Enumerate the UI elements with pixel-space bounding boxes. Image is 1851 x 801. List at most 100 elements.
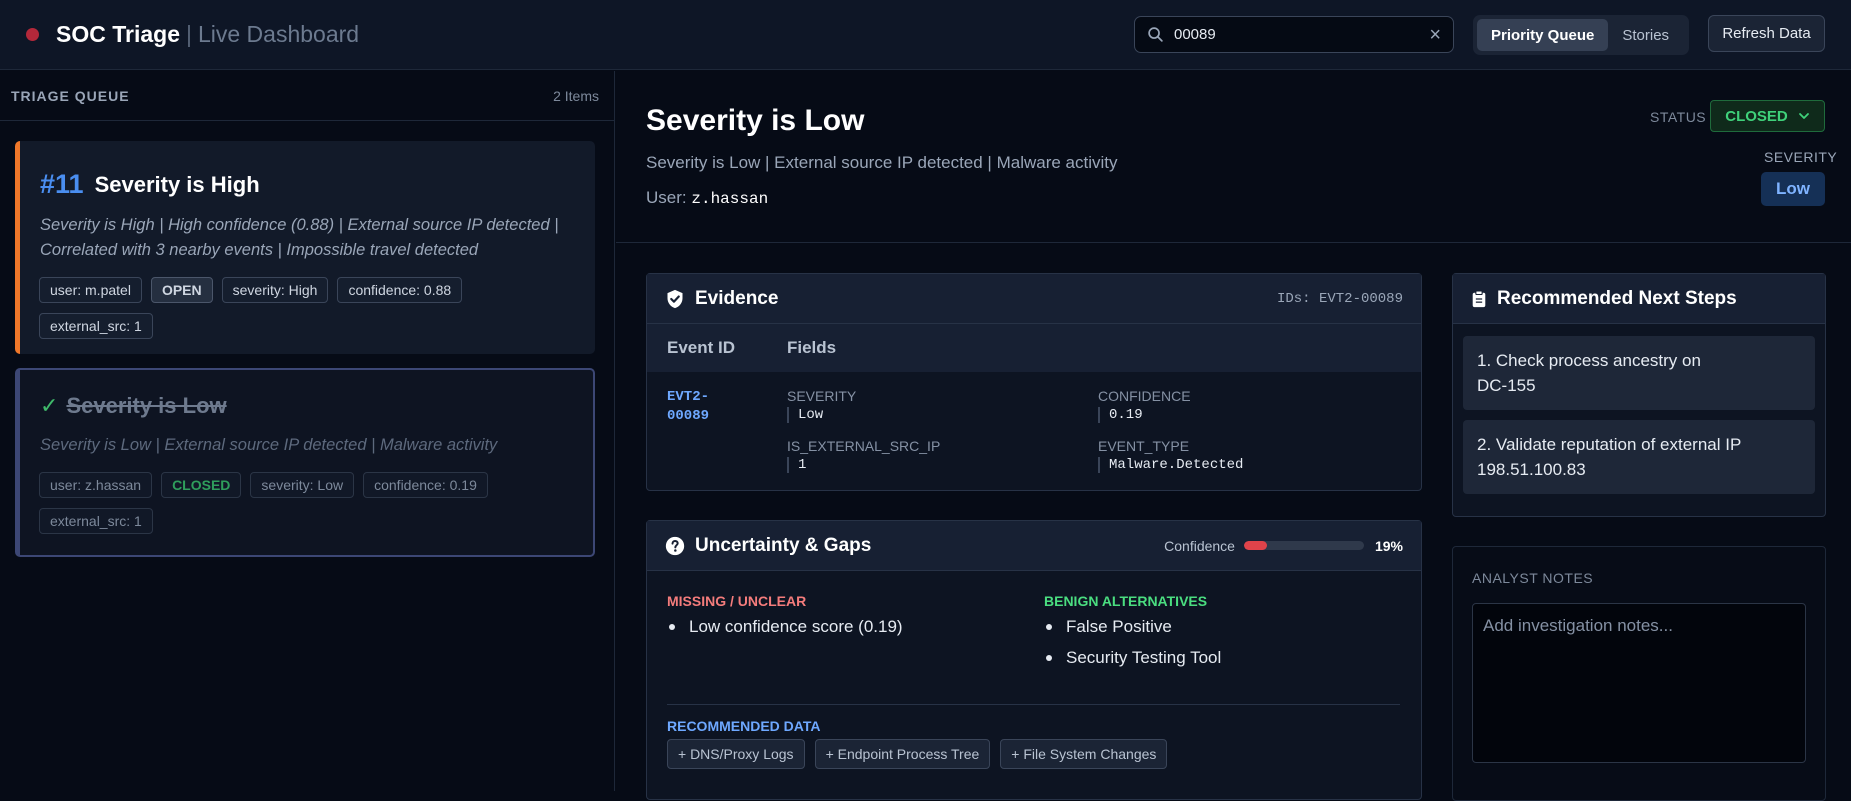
live-indicator-icon bbox=[26, 28, 39, 41]
triage-queue-panel: TRIAGE QUEUE 2 Items #11 Severity is Hig… bbox=[0, 71, 615, 791]
tag-user: user: m.patel bbox=[39, 277, 142, 303]
notes-label: ANALYST NOTES bbox=[1472, 570, 1594, 586]
evidence-title: Evidence bbox=[695, 287, 779, 309]
field-value: Low bbox=[787, 407, 856, 423]
queue-title: TRIAGE QUEUE bbox=[11, 87, 130, 104]
add-dns-proxy-logs-button[interactable]: + DNS/Proxy Logs bbox=[667, 739, 805, 769]
field-value: 0.19 bbox=[1098, 407, 1191, 423]
tag-user: user: z.hassan bbox=[39, 472, 153, 498]
search-input[interactable] bbox=[1174, 26, 1430, 43]
top-bar: SOC Triage | Live Dashboard × Priority Q… bbox=[0, 0, 1851, 70]
field-label: IS_EXTERNAL_SRC_IP bbox=[787, 438, 941, 454]
evidence-panel: Evidence IDs: EVT2-00089 Event ID Fields… bbox=[646, 273, 1422, 491]
add-endpoint-process-tree-button[interactable]: + Endpoint Process Tree bbox=[814, 739, 991, 769]
evidence-table-header: Event ID Fields bbox=[647, 324, 1421, 372]
card-description: Severity is High | High confidence (0.88… bbox=[40, 216, 559, 259]
status-dropdown[interactable]: CLOSED bbox=[1710, 100, 1825, 132]
card-title-row: #11 Severity is High bbox=[40, 169, 595, 200]
card-tags: user: m.patel OPEN severity: High confid… bbox=[39, 277, 585, 349]
next-step-item: 2. Validate reputation of external IP 19… bbox=[1463, 420, 1815, 494]
tag-confidence: confidence: 0.88 bbox=[337, 277, 463, 303]
detail-view: Severity is Low Severity is Low | Extern… bbox=[616, 71, 1851, 801]
confidence-percent: 19% bbox=[1374, 537, 1403, 554]
tab-priority-queue[interactable]: Priority Queue bbox=[1477, 19, 1609, 51]
queue-card-11[interactable]: #11 Severity is High Severity is High | … bbox=[15, 141, 595, 354]
field-event-type: EVENT_TYPE Malware.Detected bbox=[1098, 438, 1243, 473]
missing-title: MISSING / UNCLEAR bbox=[667, 593, 807, 609]
confidence-bar-fill bbox=[1243, 541, 1267, 550]
detail-header: Severity is Low Severity is Low | Extern… bbox=[616, 71, 1851, 243]
evidence-row: EVT2- 00089 SEVERITY Low CONFIDENCE 0.19… bbox=[647, 372, 1421, 490]
card-tags: user: z.hassan CLOSED severity: Low conf… bbox=[39, 472, 583, 544]
next-steps-header: Recommended Next Steps bbox=[1453, 274, 1825, 324]
recommended-data-title: RECOMMENDED DATA bbox=[667, 718, 821, 734]
field-is-external-src-ip: IS_EXTERNAL_SRC_IP 1 bbox=[787, 438, 940, 473]
brand: SOC Triage | Live Dashboard bbox=[26, 21, 359, 48]
shield-check-icon bbox=[667, 289, 683, 308]
uncertainty-header: Uncertainty & Gaps Confidence 19% bbox=[647, 521, 1421, 571]
queue-card-selected[interactable]: ✓ Severity is Low Severity is Low | Exte… bbox=[15, 368, 595, 557]
title-separator: | bbox=[185, 21, 192, 47]
add-file-system-changes-button[interactable]: + File System Changes bbox=[1000, 739, 1168, 769]
missing-list: Low confidence score (0.19) bbox=[667, 617, 903, 637]
view-switcher: Priority Queue Stories bbox=[1473, 15, 1689, 55]
field-value: 1 bbox=[787, 457, 940, 473]
missing-section: MISSING / UNCLEAR Low confidence score (… bbox=[667, 593, 903, 648]
tag-confidence: confidence: 0.19 bbox=[363, 472, 488, 498]
list-item: Security Testing Tool bbox=[1044, 648, 1221, 668]
field-value: Malware.Detected bbox=[1098, 457, 1243, 473]
field-label: SEVERITY bbox=[787, 388, 857, 404]
field-label: CONFIDENCE bbox=[1098, 388, 1191, 404]
evidence-ids: IDs: EVT2-00089 bbox=[1276, 290, 1403, 307]
uncertainty-panel: Uncertainty & Gaps Confidence 19% MISSIN… bbox=[646, 520, 1422, 800]
refresh-data-button[interactable]: Refresh Data bbox=[1708, 15, 1825, 52]
next-steps-panel: Recommended Next Steps 1. Check process … bbox=[1452, 273, 1826, 517]
clipboard-icon bbox=[1472, 289, 1486, 307]
page-title: Severity is Low bbox=[646, 104, 865, 137]
event-id-link[interactable]: EVT2- 00089 bbox=[667, 388, 709, 426]
chevron-down-icon bbox=[1798, 113, 1809, 119]
analyst-notes-panel: ANALYST NOTES bbox=[1452, 546, 1826, 801]
tag-external-src: external_src: 1 bbox=[39, 508, 153, 534]
user-value: z.hassan bbox=[691, 190, 769, 208]
uncertainty-title: Uncertainty & Gaps bbox=[695, 534, 872, 556]
tag-external-src: external_src: 1 bbox=[39, 313, 153, 339]
app-subtitle: Live Dashboard bbox=[197, 21, 360, 47]
field-label: EVENT_TYPE bbox=[1098, 438, 1190, 454]
event-id-part: EVT2- bbox=[667, 389, 710, 405]
search-box[interactable]: × bbox=[1134, 16, 1454, 53]
field-severity: SEVERITY Low bbox=[787, 388, 856, 423]
event-id-part: 00089 bbox=[667, 408, 710, 424]
evidence-header: Evidence IDs: EVT2-00089 bbox=[647, 274, 1421, 324]
severity-label: SEVERITY bbox=[1764, 149, 1838, 165]
card-description: Severity is Low | External source IP det… bbox=[40, 436, 498, 454]
tab-stories[interactable]: Stories bbox=[1608, 19, 1683, 51]
list-item: False Positive bbox=[1044, 617, 1221, 637]
confidence-bar bbox=[1243, 541, 1364, 550]
queue-header: TRIAGE QUEUE 2 Items bbox=[0, 71, 614, 121]
clear-search-icon[interactable]: × bbox=[1429, 25, 1441, 45]
detail-user: User: z.hassan bbox=[646, 188, 768, 208]
benign-section: BENIGN ALTERNATIVES False Positive Secur… bbox=[1044, 593, 1221, 679]
next-steps-title: Recommended Next Steps bbox=[1497, 287, 1737, 309]
next-step-item: 1. Check process ancestry on DC-155 bbox=[1463, 336, 1815, 410]
benign-title: BENIGN ALTERNATIVES bbox=[1044, 593, 1208, 609]
confidence-label: Confidence bbox=[1164, 537, 1235, 554]
status-value: CLOSED bbox=[1725, 107, 1788, 125]
card-title: Severity is Low bbox=[66, 393, 227, 418]
severity-badge: Low bbox=[1761, 172, 1825, 206]
help-circle-icon bbox=[665, 536, 685, 555]
detail-summary: Severity is Low | External source IP det… bbox=[646, 153, 1118, 172]
field-confidence: CONFIDENCE 0.19 bbox=[1098, 388, 1191, 423]
recommended-data-list: + DNS/Proxy Logs + Endpoint Process Tree… bbox=[667, 739, 1177, 769]
tag-severity: severity: High bbox=[221, 277, 329, 303]
status-badge: CLOSED bbox=[161, 472, 242, 498]
tag-severity: severity: Low bbox=[250, 472, 355, 498]
benign-list: False Positive Security Testing Tool bbox=[1044, 617, 1221, 668]
list-item: Low confidence score (0.19) bbox=[667, 617, 903, 637]
queue-count: 2 Items bbox=[553, 87, 599, 104]
status-label: STATUS bbox=[1650, 109, 1707, 125]
analyst-notes-input[interactable] bbox=[1472, 603, 1806, 763]
card-number: #11 bbox=[40, 169, 84, 199]
column-event-id: Event ID bbox=[667, 338, 736, 357]
